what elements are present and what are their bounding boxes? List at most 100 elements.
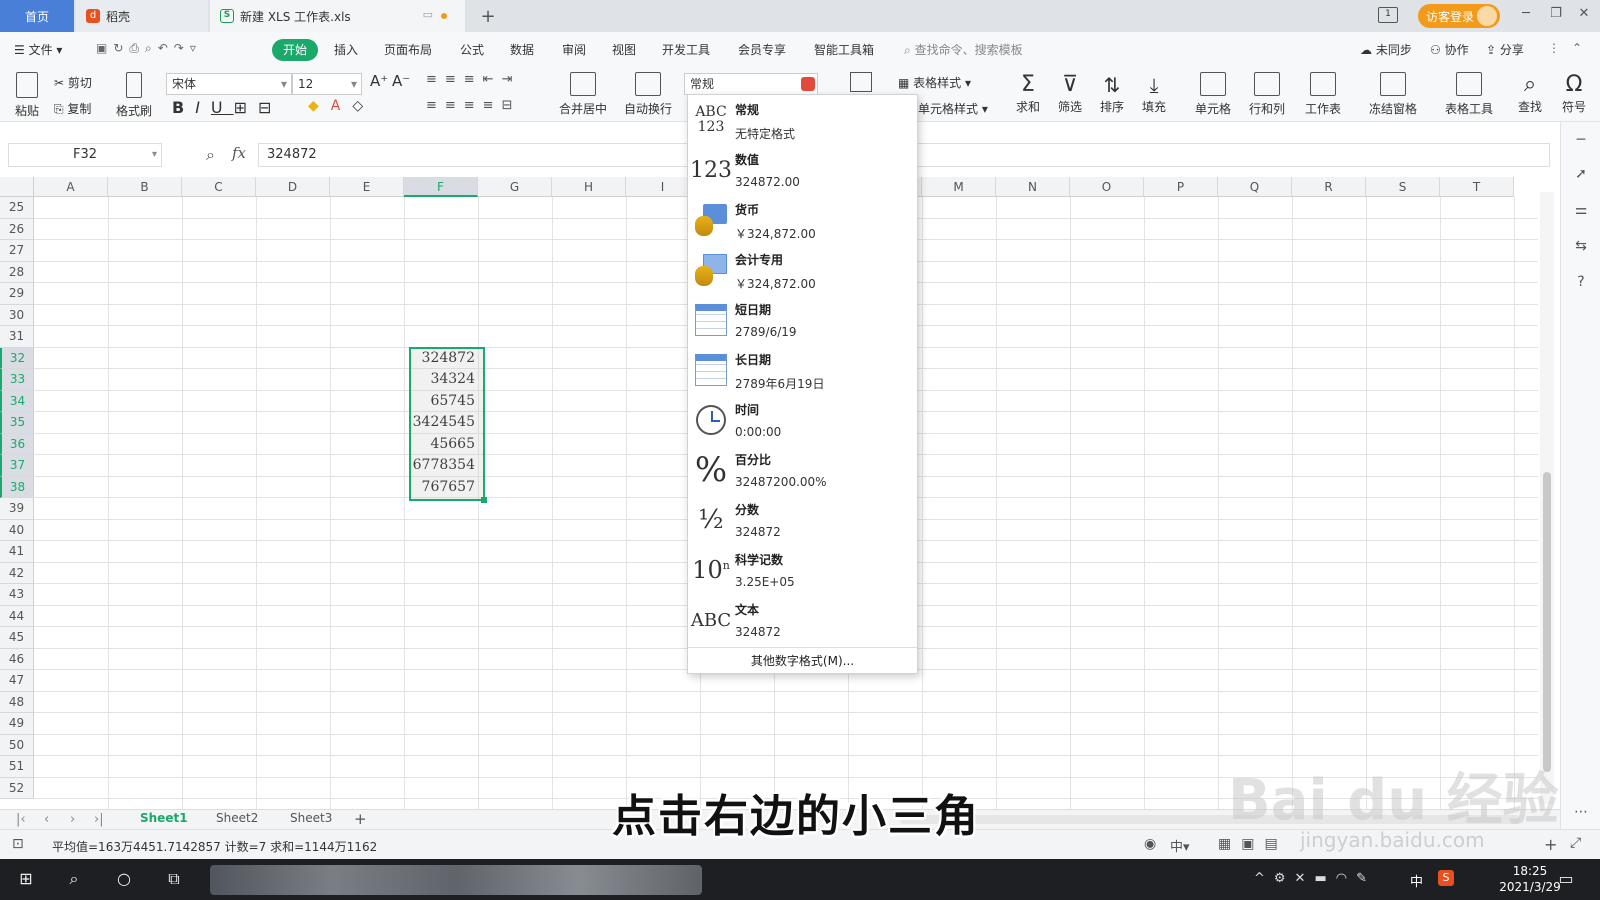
wrap-text-button[interactable]: 自动换行 — [622, 72, 674, 117]
row-header-36[interactable]: 36 — [0, 433, 34, 455]
notification-icon[interactable]: ▭ — [1556, 869, 1576, 889]
column-header-b[interactable]: B — [108, 177, 182, 197]
align-row-icons[interactable]: ≡≡≡≡⊟ — [426, 98, 520, 113]
column-header-m[interactable]: M — [922, 177, 996, 197]
format-option-9[interactable]: 10n 科学记数 3.25E+05 — [688, 545, 917, 595]
next-sheet-icon[interactable]: › — [70, 812, 75, 827]
quick-access-icons[interactable]: ▣↻⎙⌕↶↷▿ — [96, 41, 202, 56]
close-icon[interactable]: ✕ — [1574, 6, 1594, 26]
font-shrink-icon[interactable]: A⁻ — [392, 72, 410, 90]
tab-file[interactable]: S 新建 XLS 工作表.xls ▭ — [210, 0, 465, 32]
view-mode-icons[interactable]: ▦▣▤ — [1218, 836, 1288, 852]
row-col-button[interactable]: 行和列 — [1244, 72, 1290, 117]
row-header-37[interactable]: 37 — [0, 455, 34, 477]
row-header-31[interactable]: 31 — [0, 326, 34, 348]
macro-record-icon[interactable]: ⊡ — [12, 836, 24, 852]
row-header-45[interactable]: 45 — [0, 627, 34, 649]
row-header-47[interactable]: 47 — [0, 670, 34, 692]
format-option-6[interactable]: 时间 0:00:00 — [688, 395, 917, 445]
sheet-tab-1[interactable]: Sheet1 — [140, 811, 188, 825]
taskbar-apps[interactable] — [210, 865, 702, 895]
column-header-d[interactable]: D — [256, 177, 330, 197]
windows-start-icon[interactable]: ⊞ — [16, 869, 36, 889]
tab-page-layout[interactable]: 页面布局 — [384, 41, 432, 58]
row-header-51[interactable]: 51 — [0, 756, 34, 778]
cell-button[interactable]: 单元格 — [1190, 72, 1236, 117]
tab-start[interactable]: 开始 — [272, 39, 318, 61]
cortana-icon[interactable]: ○ — [114, 869, 134, 889]
format-painter-button[interactable]: 格式刷 — [114, 72, 154, 119]
more-dots-icon[interactable]: ⋯ — [1573, 804, 1589, 820]
row-header-27[interactable]: 27 — [0, 240, 34, 262]
row-header-32[interactable]: 32 — [0, 347, 34, 369]
collapse-ribbon-icon[interactable]: ⌃ — [1572, 41, 1582, 55]
row-header-46[interactable]: 46 — [0, 648, 34, 670]
format-option-7[interactable]: % 百分比 32487200.00% — [688, 445, 917, 495]
freeze-panes-button[interactable]: 冻结窗格 — [1364, 72, 1422, 117]
command-search[interactable]: ⌕ 查找命令、搜索模板 — [904, 41, 1023, 58]
column-header-c[interactable]: C — [182, 177, 256, 197]
row-header-44[interactable]: 44 — [0, 605, 34, 627]
cut-button[interactable]: ✂ 剪切 — [54, 74, 92, 91]
select-pointer-icon[interactable]: ➚ — [1573, 166, 1589, 182]
column-header-a[interactable]: A — [34, 177, 108, 197]
tab-review[interactable]: 审阅 — [562, 41, 586, 58]
row-header-30[interactable]: 30 — [0, 304, 34, 326]
sheet-tab-3[interactable]: Sheet3 — [290, 811, 332, 825]
select-all-corner[interactable] — [0, 177, 34, 197]
tab-smart-tools[interactable]: 智能工具箱 — [814, 41, 874, 58]
row-header-41[interactable]: 41 — [0, 541, 34, 563]
row-header-43[interactable]: 43 — [0, 584, 34, 606]
merge-center-button[interactable]: 合并居中 — [554, 72, 612, 117]
more-number-formats[interactable]: 其他数字格式(M)... — [688, 647, 917, 673]
row-header-40[interactable]: 40 — [0, 519, 34, 541]
more-icon[interactable]: ⋮ — [1548, 41, 1560, 55]
window-layout-icon[interactable]: 1 — [1378, 7, 1398, 23]
row-header-34[interactable]: 34 — [0, 390, 34, 412]
copy-button[interactable]: ⎘ 复制 — [54, 100, 91, 117]
add-sheet-button[interactable]: + — [354, 810, 367, 828]
column-header-o[interactable]: O — [1070, 177, 1144, 197]
row-header-49[interactable]: 49 — [0, 713, 34, 735]
tab-formula[interactable]: 公式 — [460, 41, 484, 58]
table-grid-icon[interactable] — [850, 72, 872, 92]
new-tab-button[interactable]: + — [478, 0, 498, 32]
format-option-10[interactable]: ABC 文本 324872 — [688, 595, 917, 645]
eye-protection-icon[interactable]: ◉ — [1144, 836, 1156, 852]
system-tray-icons[interactable]: ^⚙✕▬◠✎ — [1254, 871, 1376, 886]
minimize-icon[interactable]: ─ — [1516, 6, 1536, 26]
help-icon[interactable]: ? — [1573, 274, 1589, 290]
dropdown-arrow-icon[interactable] — [801, 77, 815, 91]
number-format-select[interactable]: 常规 — [684, 73, 818, 95]
align-top-row-icons[interactable]: ≡≡≡⇤⇥ — [426, 72, 520, 87]
cell-style-button[interactable]: 单元格样式 ▾ — [918, 100, 988, 117]
format-option-0[interactable]: ABC 123 常规 无特定格式 — [688, 95, 917, 145]
column-header-g[interactable]: G — [478, 177, 552, 197]
format-option-1[interactable]: 123 数值 324872.00 — [688, 145, 917, 195]
sort-button[interactable]: ⇅ 排序 — [1094, 72, 1130, 115]
tab-docer[interactable]: d 稻壳 — [76, 0, 208, 32]
column-header-e[interactable]: E — [330, 177, 404, 197]
tab-insert[interactable]: 插入 — [334, 41, 358, 58]
tab-data[interactable]: 数据 — [510, 41, 534, 58]
row-header-50[interactable]: 50 — [0, 734, 34, 756]
pin-icon[interactable]: ─ — [1573, 132, 1589, 148]
task-view-icon[interactable]: ⧉ — [164, 869, 184, 889]
column-header-n[interactable]: N — [996, 177, 1070, 197]
file-menu[interactable]: ☰ 文件 ▾ — [14, 41, 62, 58]
zoom-formula-icon[interactable]: ⌕ — [206, 145, 215, 165]
font-name-select[interactable]: 宋体 ▾ — [166, 73, 292, 95]
row-header-26[interactable]: 26 — [0, 218, 34, 240]
format-option-5[interactable]: 长日期 2789年6月19日 — [688, 345, 917, 395]
column-header-f[interactable]: F — [404, 177, 478, 197]
filter-button[interactable]: ⊽ 筛选 — [1052, 72, 1088, 115]
selected-range[interactable] — [409, 347, 487, 503]
paste-button[interactable]: 粘贴 — [10, 72, 44, 119]
fullscreen-icon[interactable]: ⤢ — [1570, 835, 1581, 851]
settings-sliders-icon[interactable]: ⚌ — [1573, 202, 1589, 218]
column-header-p[interactable]: P — [1144, 177, 1218, 197]
tab-view[interactable]: 视图 — [612, 41, 636, 58]
table-style-button[interactable]: ▦ 表格样式 ▾ — [898, 74, 971, 91]
tab-developer[interactable]: 开发工具 — [662, 41, 710, 58]
column-header-t[interactable]: T — [1440, 177, 1514, 197]
